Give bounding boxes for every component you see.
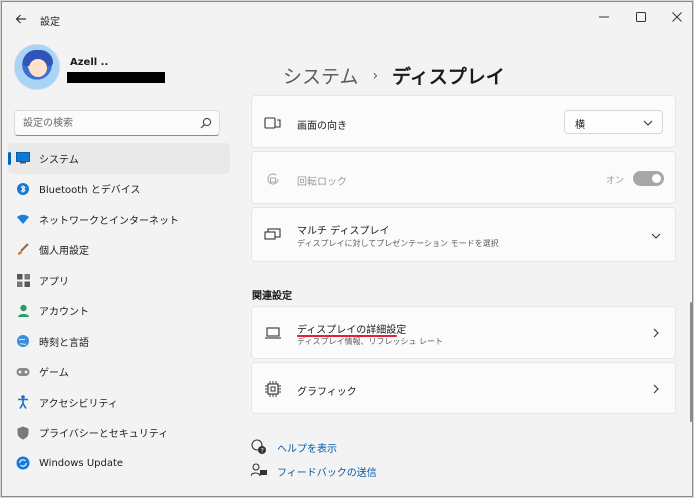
settings-search-box[interactable] <box>14 110 220 136</box>
rotation-lock-icon <box>264 170 282 188</box>
close-button[interactable] <box>657 4 692 30</box>
maximize-button[interactable] <box>621 4 661 30</box>
windows-update-icon <box>16 456 30 470</box>
graphics-title: グラフィック <box>297 387 357 398</box>
page-title: ディスプレイ <box>392 66 505 88</box>
sidebar-item-time-language[interactable]: 時刻と言語 <box>8 326 230 357</box>
monitor-icon <box>264 324 282 342</box>
breadcrumb: システム › ディスプレイ <box>283 62 505 89</box>
graphics-setting[interactable]: グラフィック <box>251 362 676 414</box>
orientation-setting: 画面の向き 横 <box>251 95 676 148</box>
bluetooth-icon <box>16 182 30 196</box>
rotation-lock-state: オン <box>606 176 625 186</box>
chevron-down-icon <box>651 233 661 239</box>
profile-name: Azell .. <box>70 57 109 68</box>
orientation-dropdown[interactable]: 横 <box>564 110 663 134</box>
advanced-display-setting[interactable]: ディスプレイの詳細設定 ディスプレイ情報、リフレッシュ レート <box>251 306 676 359</box>
apps-icon <box>16 273 30 287</box>
chevron-right-icon <box>653 328 659 338</box>
back-button[interactable] <box>10 8 32 30</box>
orientation-value: 横 <box>575 120 585 131</box>
sidebar-item-gaming[interactable]: ゲーム <box>8 357 230 388</box>
arrow-left-icon <box>15 14 26 24</box>
multi-display-setting[interactable]: マルチ ディスプレイ ディスプレイに対してプレゼンテーション モードを選択 <box>251 207 676 262</box>
advanced-display-subtitle: ディスプレイ情報、リフレッシュ レート <box>297 337 443 346</box>
maximize-icon <box>636 12 646 22</box>
accessibility-icon <box>16 395 30 410</box>
globe-clock-icon <box>16 334 30 348</box>
feedback-icon <box>251 463 267 479</box>
minimize-button[interactable] <box>584 4 624 30</box>
sidebar-item-accessibility[interactable]: アクセシビリティ <box>8 387 230 418</box>
sidebar-item-privacy[interactable]: プライバシーとセキュリティ <box>8 418 230 449</box>
sidebar-item-personalization[interactable]: 個人用設定 <box>8 235 230 266</box>
avatar <box>14 44 60 90</box>
help-chat-icon: ? <box>251 439 267 455</box>
search-icon[interactable] <box>199 116 213 130</box>
feedback-link[interactable]: フィードバックの送信 <box>251 463 377 479</box>
shield-icon <box>16 426 30 440</box>
breadcrumb-parent[interactable]: システム <box>283 62 358 89</box>
sidebar-item-windows-update[interactable]: Windows Update <box>8 448 230 479</box>
wifi-icon <box>16 212 30 226</box>
help-link[interactable]: ? ヘルプを表示 <box>251 439 337 455</box>
rotation-lock-title: 回転ロック <box>297 177 347 188</box>
feedback-link-label[interactable]: フィードバックの送信 <box>277 464 377 479</box>
gamepad-icon <box>16 365 30 379</box>
sidebar-item-system[interactable]: システム <box>8 143 230 174</box>
sidebar-item-apps[interactable]: アプリ <box>8 265 230 296</box>
rotation-lock-toggle[interactable] <box>633 171 664 186</box>
breadcrumb-separator: › <box>372 67 379 84</box>
screen-rotate-icon <box>264 114 282 132</box>
multi-display-subtitle: ディスプレイに対してプレゼンテーション モードを選択 <box>297 239 499 248</box>
system-icon <box>16 151 30 165</box>
sidebar-nav: システム Bluetooth とデバイス ネットワークとインターネット 個人用設… <box>8 143 230 479</box>
multi-monitor-icon <box>264 226 282 244</box>
chip-icon <box>264 380 282 398</box>
chevron-right-icon <box>653 384 659 394</box>
chevron-down-icon <box>643 120 653 126</box>
help-link-label[interactable]: ヘルプを表示 <box>277 440 337 455</box>
sidebar-item-network[interactable]: ネットワークとインターネット <box>8 204 230 235</box>
svg-text:?: ? <box>261 447 264 454</box>
account-icon <box>16 304 30 318</box>
orientation-title: 画面の向き <box>297 121 347 132</box>
app-title: 設定 <box>40 17 60 28</box>
advanced-display-title: ディスプレイの詳細設定 <box>297 325 407 336</box>
search-input[interactable] <box>23 115 193 131</box>
minimize-icon <box>599 16 609 18</box>
sidebar-item-bluetooth[interactable]: Bluetooth とデバイス <box>8 174 230 205</box>
sidebar-item-accounts[interactable]: アカウント <box>8 296 230 327</box>
rotation-lock-setting: 回転ロック オン <box>251 151 676 204</box>
title-bar: 設定 <box>2 2 692 38</box>
settings-window: 設定 Azell .. システム Bluetooth とデバイス <box>1 1 693 497</box>
scrollbar[interactable] <box>690 302 692 422</box>
related-settings-heading: 関連設定 <box>252 291 292 302</box>
profile-email-redacted <box>67 72 165 83</box>
brush-icon <box>16 243 30 257</box>
close-icon <box>672 12 682 22</box>
multi-display-title: マルチ ディスプレイ <box>297 226 390 237</box>
